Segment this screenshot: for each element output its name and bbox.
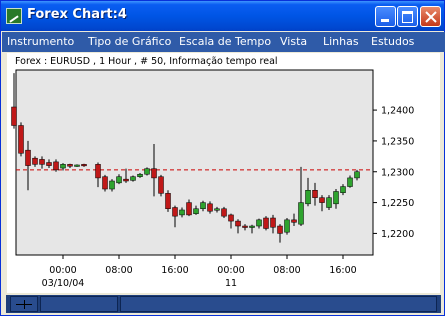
x-tick-sublabel: 11	[225, 278, 237, 289]
bearish-candle	[67, 164, 73, 167]
bearish-candle	[277, 225, 283, 234]
x-tick-label: 00:00	[49, 265, 76, 276]
bullish-candle	[60, 164, 66, 169]
y-tick-label: 1,2300	[381, 167, 414, 178]
bearish-candle	[319, 197, 325, 203]
x-tick-label: 08:00	[273, 265, 300, 276]
crosshair-tool-button[interactable]	[10, 296, 38, 312]
bearish-candle	[46, 162, 52, 166]
bearish-candle	[32, 157, 38, 165]
bearish-candle	[151, 168, 157, 179]
bearish-candle	[102, 176, 108, 190]
y-tick-label: 1,2200	[381, 229, 414, 240]
bullish-candle	[347, 177, 353, 187]
bullish-candle	[298, 202, 304, 225]
bearish-candle	[291, 219, 297, 223]
bearish-candle	[165, 193, 171, 209]
bullish-candle	[354, 171, 360, 179]
bullish-candle	[256, 219, 262, 227]
bullish-candle	[144, 168, 150, 175]
bearish-candle	[242, 225, 248, 228]
bullish-candle	[305, 190, 311, 205]
bearish-candle	[172, 207, 178, 217]
bullish-candle	[109, 180, 115, 190]
status-cell-1	[40, 296, 118, 312]
bullish-candle	[214, 208, 220, 211]
bearish-candle	[207, 203, 213, 212]
bearish-candle	[81, 164, 87, 167]
bullish-candle	[326, 197, 332, 208]
bearish-candle	[228, 214, 234, 222]
bearish-candle	[123, 178, 129, 182]
bullish-candle	[333, 191, 339, 205]
x-tick-label: 08:00	[105, 265, 132, 276]
bullish-candle	[74, 164, 80, 167]
bearish-candle	[18, 125, 24, 154]
bullish-candle	[249, 225, 255, 228]
x-tick-label: 00:00	[217, 265, 244, 276]
bearish-candle	[312, 190, 318, 198]
status-cell-2	[120, 296, 437, 312]
bearish-candle	[270, 217, 276, 228]
bearish-candle	[95, 164, 101, 179]
y-tick-label: 1,2250	[381, 198, 414, 209]
bearish-candle	[186, 202, 192, 216]
bearish-candle	[53, 161, 59, 171]
bearish-candle	[263, 217, 269, 229]
bearish-candle	[39, 159, 45, 165]
bullish-candle	[179, 209, 185, 216]
bullish-candle	[116, 176, 122, 184]
bullish-candle	[340, 186, 346, 193]
bearish-candle	[11, 106, 17, 126]
bullish-candle	[284, 219, 290, 233]
y-tick-label: 1,2350	[381, 136, 414, 147]
bullish-candle	[193, 208, 199, 214]
forex-chart-window: Forex Chart:4 Instrumento Tipo de Gráfic…	[0, 0, 445, 316]
x-tick-label: 16:00	[329, 265, 356, 276]
x-tick-label: 16:00	[161, 265, 188, 276]
bearish-candle	[25, 149, 31, 166]
bearish-candle	[158, 176, 164, 194]
plot-area	[15, 69, 374, 256]
bearish-candle	[235, 220, 241, 227]
bearish-candle	[221, 208, 227, 217]
x-tick-sublabel: 03/10/04	[42, 278, 85, 289]
bullish-candle	[130, 176, 136, 181]
y-tick-label: 1,2400	[381, 106, 414, 117]
bullish-candle	[137, 173, 143, 177]
status-bar	[6, 295, 441, 313]
bullish-candle	[200, 202, 206, 209]
candlestick-chart[interactable]: 1,2400 1,2350 1,2300 1,2250 1,2200 00:00 03/10…	[1, 1, 445, 317]
